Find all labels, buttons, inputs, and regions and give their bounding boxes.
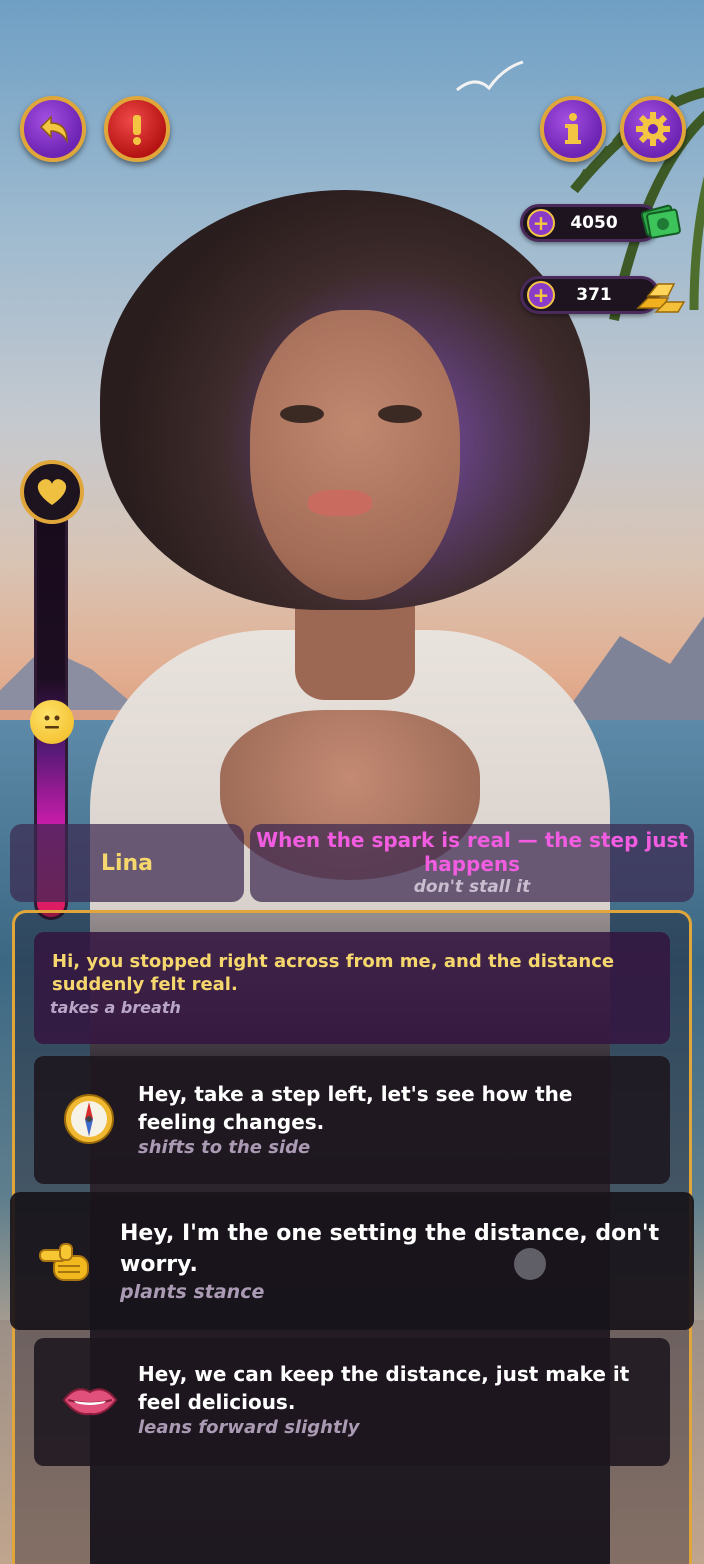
back-button[interactable] — [20, 96, 86, 162]
npc-message-text: Hi, you stopped right across from me, an… — [52, 951, 615, 995]
reply-option-2[interactable]: Hey, I'm the one setting the distance, d… — [10, 1192, 694, 1330]
heart-icon — [37, 479, 67, 505]
character-right-eye — [378, 405, 422, 423]
back-arrow-icon — [39, 115, 68, 144]
npc-message: Hi, you stopped right across from me, an… — [34, 932, 670, 1044]
neutral-face-emoji-icon — [30, 700, 74, 744]
exclamation-icon — [133, 115, 141, 145]
character-name: Lina — [100, 850, 154, 876]
reply-option-2-text: Hey, I'm the one setting the distance, d… — [120, 1221, 660, 1277]
reply-option-2-action: plants stance — [120, 1281, 265, 1303]
character-name-box: Lina — [10, 824, 244, 902]
scene-hint-box: When the spark is real — the step just h… — [250, 824, 694, 902]
character-left-eye — [280, 405, 324, 423]
report-button[interactable] — [104, 96, 170, 162]
character-face — [250, 310, 460, 600]
reply-option-3-text: Hey, we can keep the distance, just make… — [138, 1362, 630, 1414]
character-lips — [308, 490, 372, 516]
reply-option-1-text: Hey, take a step left, let's see how the… — [138, 1082, 573, 1134]
hint-title: When the spark is real — the step just h… — [256, 828, 688, 876]
touch-indicator — [514, 1248, 546, 1280]
add-cash-button[interactable]: + — [527, 209, 555, 237]
cash-counter[interactable]: + 4050 — [520, 204, 660, 242]
reply-option-3[interactable]: Hey, we can keep the distance, just make… — [34, 1338, 670, 1466]
reply-option-3-action: leans forward slightly — [138, 1417, 360, 1438]
add-gold-button[interactable]: + — [527, 281, 555, 309]
pointing-hand-icon — [38, 1230, 98, 1290]
info-button[interactable] — [540, 96, 606, 162]
gold-bars-icon — [636, 283, 686, 313]
settings-button[interactable] — [620, 96, 686, 162]
love-meter-top — [20, 460, 84, 524]
reply-option-1[interactable]: Hey, take a step left, let's see how the… — [34, 1056, 670, 1184]
lips-icon — [60, 1380, 120, 1420]
compass-icon — [62, 1092, 116, 1146]
npc-message-action: takes a breath — [50, 998, 181, 1017]
gear-icon — [636, 112, 670, 146]
reply-option-1-action: shifts to the side — [138, 1137, 311, 1158]
hint-subtitle: don't stall it — [413, 877, 531, 897]
info-icon — [565, 113, 581, 144]
cash-icon — [640, 204, 681, 239]
